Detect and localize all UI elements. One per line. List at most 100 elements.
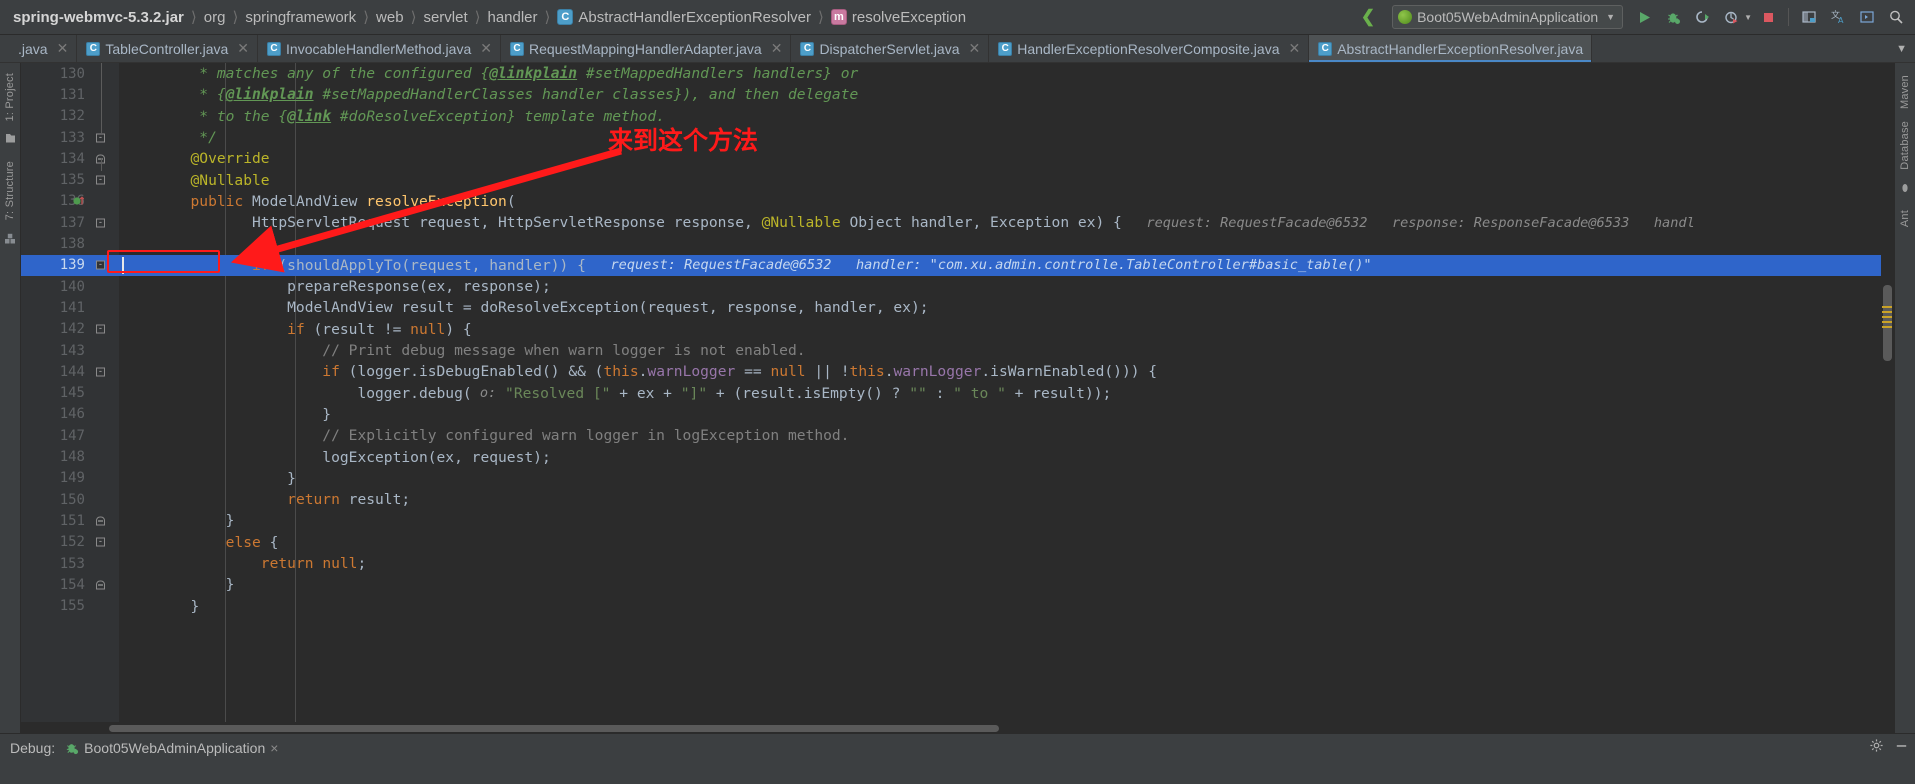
tab-tablecontroller[interactable]: C TableController.java ✕ [77, 35, 259, 62]
fold-top-icon[interactable] [95, 579, 106, 590]
close-icon[interactable]: ✕ [969, 40, 981, 57]
close-icon[interactable]: ✕ [480, 40, 492, 57]
fold-top-icon[interactable] [95, 515, 106, 526]
fold-bot-icon[interactable]: - [95, 260, 106, 271]
code-line-140[interactable]: prepareResponse(ex, response); [119, 276, 1894, 297]
gutter-line-130[interactable]: 130 [21, 63, 119, 84]
chevron-down-icon[interactable]: ▼ [1744, 13, 1752, 22]
gutter-line-138[interactable]: 138 [21, 233, 119, 254]
ant-icon[interactable] [1899, 181, 1911, 199]
code-line-135[interactable]: @Nullable [119, 170, 1894, 191]
editor-gutter[interactable]: 130 131 132 133-134 135-136 137-138 139-140 141… [21, 63, 119, 722]
code-line-133[interactable]: */ [119, 127, 1894, 148]
tab-requestmappinghandleradapter[interactable]: C RequestMappingHandlerAdapter.java ✕ [500, 35, 792, 62]
tab-handlerexceptionresolvercomposite[interactable]: C HandlerExceptionResolverComposite.java… [989, 35, 1310, 62]
fold-bot-icon[interactable]: - [95, 217, 106, 228]
code-area[interactable]: 130 131 132 133-134 135-136 137-138 139-140 141… [21, 63, 1894, 722]
breadcrumb-item-class[interactable]: C AbstractHandlerExceptionResolver [554, 9, 814, 26]
close-icon[interactable]: ✕ [237, 40, 249, 57]
sidebar-item-structure[interactable]: 7: Structure [4, 155, 16, 226]
run-icon[interactable] [1631, 4, 1657, 30]
code-line-149[interactable]: } [119, 468, 1894, 489]
gutter-line-131[interactable]: 131 [21, 84, 119, 105]
fold-bot-icon[interactable]: - [95, 537, 106, 548]
fold-bot-icon[interactable]: - [95, 366, 106, 377]
gutter-line-151[interactable]: 151 [21, 510, 119, 531]
gutter-line-147[interactable]: 147 [21, 425, 119, 446]
sidebar-item-ant[interactable]: Ant [1899, 204, 1911, 233]
gutter-line-143[interactable]: 143 [21, 340, 119, 361]
code-line-150[interactable]: return result; [119, 489, 1894, 510]
code-line-144[interactable]: if (logger.isDebugEnabled() && (this. war… [119, 361, 1894, 382]
gutter-line-148[interactable]: 148 [21, 446, 119, 467]
gutter-line-154[interactable]: 154 [21, 574, 119, 595]
breadcrumb-item-jar[interactable]: spring-webmvc-5.3.2.jar [10, 9, 187, 26]
gutter-line-140[interactable]: 140 [21, 276, 119, 297]
sidebar-item-maven[interactable]: Maven [1899, 69, 1911, 115]
terminal-icon[interactable] [1854, 4, 1880, 30]
back-chevron-icon[interactable]: ❮ [1361, 7, 1375, 27]
run-configuration-selector[interactable]: Boot05WebAdminApplication ▼ [1392, 5, 1624, 29]
coverage-icon[interactable] [1718, 4, 1744, 30]
code-line-142[interactable]: if (result != null) { [119, 319, 1894, 340]
search-icon[interactable] [1883, 4, 1909, 30]
close-icon[interactable]: ✕ [771, 40, 783, 57]
code-line-151[interactable]: } [119, 510, 1894, 531]
editor-lines[interactable]: * matches any of the configured {@linkpl… [119, 63, 1894, 722]
gutter-line-145[interactable]: 145 [21, 383, 119, 404]
fold-bot-icon[interactable]: - [95, 324, 106, 335]
stop-icon[interactable] [1755, 4, 1781, 30]
code-line-134[interactable]: @Override [119, 148, 1894, 169]
rerun-icon[interactable] [1689, 4, 1715, 30]
gutter-line-132[interactable]: 132 [21, 106, 119, 127]
code-line-145[interactable]: logger.debug( o: "Resolved [" + ex + "]"… [119, 383, 1894, 404]
breadcrumb-item-web[interactable]: web [373, 9, 407, 26]
code-line-137[interactable]: HttpServletRequest request, HttpServletR… [119, 212, 1894, 233]
gutter-line-141[interactable]: 141 [21, 297, 119, 318]
breadcrumb-item-method[interactable]: m resolveException [828, 9, 969, 26]
code-line-132[interactable]: * to the {@link #doResolveException} tem… [119, 106, 1894, 127]
gutter-line-137[interactable]: 137- [21, 212, 119, 233]
gutter-line-149[interactable]: 149 [21, 468, 119, 489]
close-icon[interactable]: × [270, 740, 278, 756]
close-icon[interactable]: ✕ [1288, 40, 1300, 57]
tab-invocablehandlermethod[interactable]: C InvocableHandlerMethod.java ✕ [258, 35, 501, 62]
breadcrumb-item-springframework[interactable]: springframework [242, 9, 359, 26]
debug-icon[interactable] [1660, 4, 1686, 30]
breadcrumb-item-servlet[interactable]: servlet [420, 9, 470, 26]
code-line-138[interactable] [119, 233, 1894, 254]
gutter-line-142[interactable]: 142- [21, 319, 119, 340]
fold-bot-icon[interactable]: - [95, 132, 106, 143]
code-line-143[interactable]: // Print debug message when warn logger … [119, 340, 1894, 361]
sidebar-item-project[interactable]: 1: Project [4, 67, 16, 127]
gutter-line-133[interactable]: 133- [21, 127, 119, 148]
breadcrumb-item-org[interactable]: org [201, 9, 229, 26]
settings-gear-icon[interactable] [1869, 738, 1884, 758]
scrollbar-thumb[interactable] [109, 725, 999, 732]
fold-bot-icon[interactable]: - [95, 175, 106, 186]
code-line-141[interactable]: ModelAndView result = doResolveException… [119, 297, 1894, 318]
layout-icon[interactable] [1796, 4, 1822, 30]
code-line-155[interactable]: } [119, 596, 1894, 617]
code-line-152[interactable]: else { [119, 532, 1894, 553]
editor-vertical-scrollbar[interactable] [1881, 63, 1894, 722]
gutter-line-146[interactable]: 146 [21, 404, 119, 425]
gutter-line-134[interactable]: 134 [21, 148, 119, 169]
code-line-153[interactable]: return null; [119, 553, 1894, 574]
code-line-146[interactable]: } [119, 404, 1894, 425]
gutter-line-136[interactable]: 136 [21, 191, 119, 212]
gutter-line-144[interactable]: 144- [21, 361, 119, 382]
gutter-line-139[interactable]: 139- [21, 254, 119, 276]
tab-abstracthandlerexceptionresolver[interactable]: C AbstractHandlerExceptionResolver.java [1309, 35, 1593, 62]
translate-icon[interactable]: 文 A [1825, 4, 1851, 30]
tab-dispatcherservlet[interactable]: C DispatcherServlet.java ✕ [791, 35, 990, 62]
code-editor[interactable]: 130 131 132 133-134 135-136 137-138 139-140 141… [21, 63, 1894, 733]
chevron-down-icon[interactable]: ▼ [1892, 43, 1911, 55]
code-line-147[interactable]: // Explicitly configured warn logger in … [119, 425, 1894, 446]
gutter-line-155[interactable]: 155 [21, 596, 119, 617]
code-line-130[interactable]: * matches any of the configured {@linkpl… [119, 63, 1894, 84]
gutter-line-152[interactable]: 152- [21, 532, 119, 553]
favorites-icon[interactable] [4, 132, 17, 150]
sidebar-item-database[interactable]: Database [1899, 115, 1911, 176]
code-line-131[interactable]: * {@linkplain #setMappedHandlerClasses h… [119, 84, 1894, 105]
